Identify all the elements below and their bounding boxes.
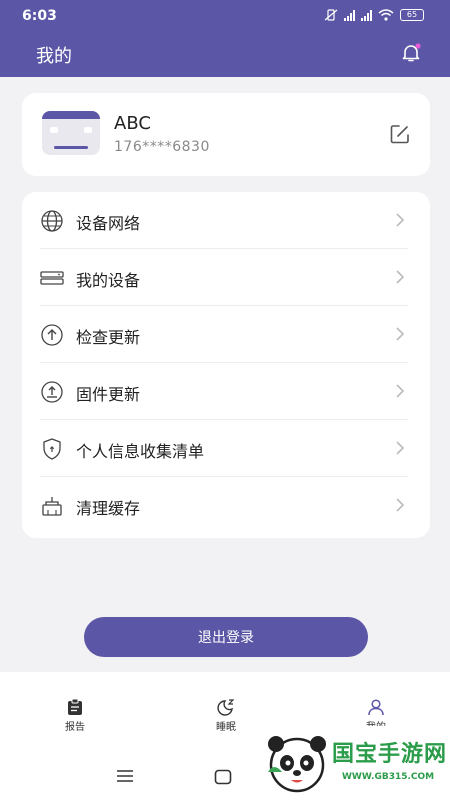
chevron-right-icon [396,498,405,512]
app-header: 6:03 65 我的 [0,0,450,77]
signal-icon [361,9,372,21]
watermark: 国宝手游网 WWW.GB315.COM [250,726,450,800]
menu-item-label: 个人信息收集清单 [76,442,205,461]
globe-icon [41,210,63,232]
menu-item-check-update[interactable]: 检查更新 [22,306,430,363]
firmware-icon [41,381,63,403]
edit-profile-icon[interactable] [388,122,412,146]
logout-button[interactable]: 退出登录 [84,617,368,657]
tab-reports[interactable]: 报告 [40,698,110,733]
shield-icon [43,438,61,460]
panda-logo-icon [268,736,326,793]
status-bar: 6:03 65 [0,0,450,32]
tab-label: 报告 [65,722,85,733]
avatar[interactable] [42,111,100,155]
broom-icon [42,497,62,516]
user-name: ABC [114,113,151,134]
menu-item-label: 设备网络 [76,214,141,233]
upload-circle-icon [41,324,63,346]
watermark-text: 国宝手游网 [332,742,448,767]
page-title: 我的 [36,46,72,67]
notification-bell-icon[interactable] [400,42,422,64]
watermark-url: WWW.GB315.COM [342,772,435,782]
status-icons: 65 [324,9,424,21]
menu-item-label: 检查更新 [76,328,141,347]
user-icon [368,699,384,716]
wifi-icon [378,9,394,21]
chevron-right-icon [396,327,405,341]
status-time: 6:03 [22,8,57,24]
chevron-right-icon [396,270,405,284]
chevron-right-icon [396,384,405,398]
menu-item-label: 清理缓存 [76,499,141,518]
user-phone: 176****6830 [114,139,210,155]
device-icon [40,271,64,285]
menu-item-device-network[interactable]: 设备网络 [22,192,430,249]
profile-card[interactable]: ABC 176****6830 [22,93,430,176]
signal-icon [344,9,355,21]
menu-item-firmware-update[interactable]: 固件更新 [22,363,430,420]
battery-icon: 65 [400,9,424,21]
menu-item-label: 固件更新 [76,385,141,404]
vibrate-off-icon [324,9,338,21]
recent-apps-icon[interactable] [116,769,134,783]
menu-item-clear-cache[interactable]: 清理缓存 [22,477,430,534]
menu-item-my-devices[interactable]: 我的设备 [22,249,430,306]
chevron-right-icon [396,441,405,455]
menu-item-personal-info-list[interactable]: 个人信息收集清单 [22,420,430,477]
moon-icon [217,699,235,716]
clipboard-icon [68,698,82,715]
settings-menu: 设备网络 我的设备 检查更新 固件更新 个人信息收集清单 清理缓存 [22,192,430,538]
home-button-icon[interactable] [214,769,232,785]
menu-item-label: 我的设备 [76,271,141,290]
chevron-right-icon [396,213,405,227]
